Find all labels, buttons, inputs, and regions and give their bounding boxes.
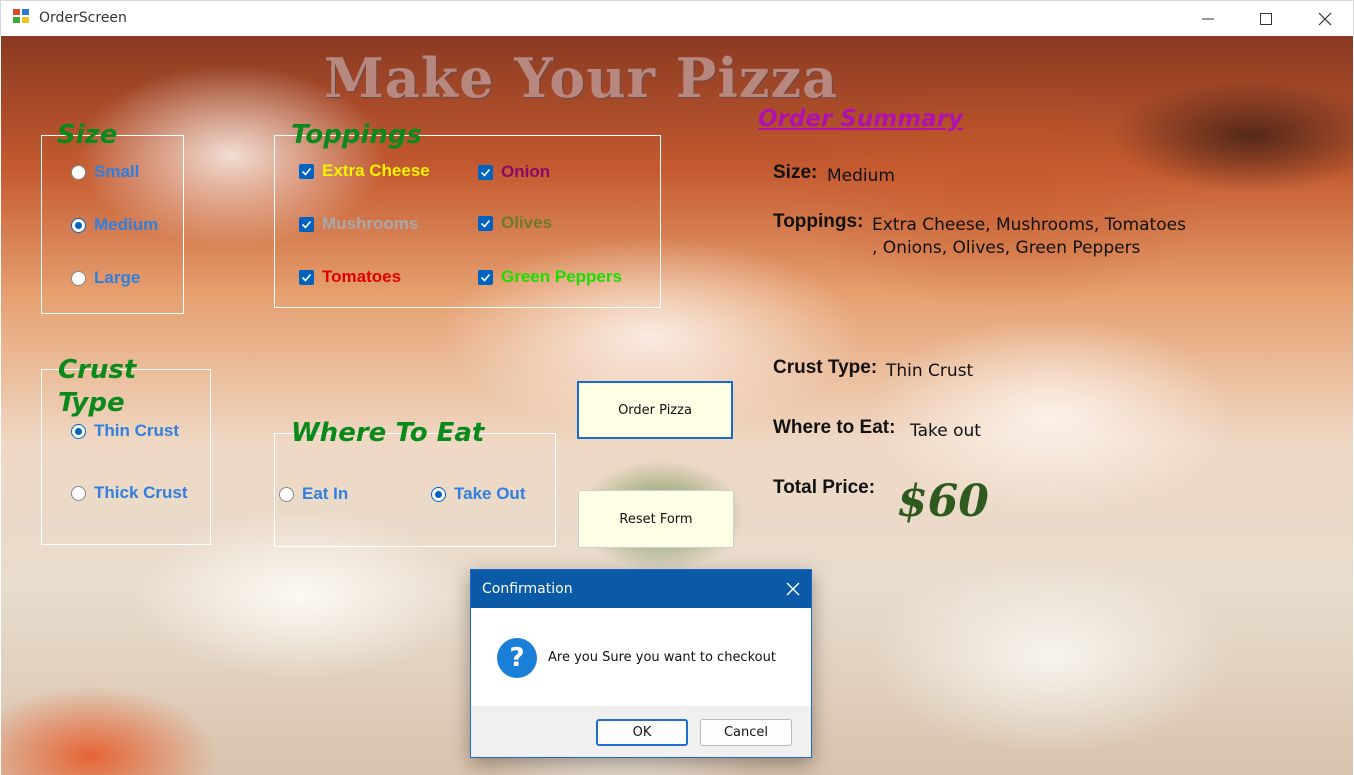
size-option-medium[interactable]: Medium <box>71 215 158 235</box>
checkbox-green-peppers[interactable] <box>478 269 493 285</box>
where-option-label: Eat In <box>302 484 349 503</box>
checkbox-tomatoes[interactable] <box>299 269 314 285</box>
checkmark-icon <box>301 220 312 229</box>
crust-option-thick[interactable]: Thick Crust <box>71 483 188 503</box>
window-title: OrderScreen <box>39 10 127 26</box>
summary-where-label: Where to Eat: <box>773 417 896 438</box>
checkbox-onion[interactable] <box>478 164 493 180</box>
where-option-take-out[interactable]: Take Out <box>431 484 525 504</box>
size-option-small[interactable]: Small <box>71 162 139 182</box>
maximize-button[interactable] <box>1237 1 1295 37</box>
checkmark-icon <box>480 219 491 228</box>
radio-large[interactable] <box>71 270 86 286</box>
crust-legend-line2: Type <box>58 388 125 418</box>
topping-onion[interactable]: Onion <box>478 162 550 182</box>
checkmark-icon <box>480 273 491 282</box>
topping-label: Tomatoes <box>322 267 402 286</box>
radio-thin-crust[interactable] <box>71 423 86 439</box>
window-titlebar: OrderScreen <box>0 0 1354 36</box>
topping-green-peppers[interactable]: Green Peppers <box>478 267 622 287</box>
where-option-eat-in[interactable]: Eat In <box>279 484 348 504</box>
topping-olives[interactable]: Olives <box>478 213 552 233</box>
checkbox-mushrooms[interactable] <box>299 216 314 232</box>
checkmark-icon <box>301 167 312 176</box>
size-option-label: Large <box>94 268 141 287</box>
question-icon: ? <box>497 638 537 678</box>
crust-option-thin[interactable]: Thin Crust <box>71 421 179 441</box>
close-window-button[interactable] <box>1296 1 1354 37</box>
size-option-label: Medium <box>94 215 159 234</box>
dialog-title: Confirmation <box>482 581 573 597</box>
minimize-icon <box>1202 18 1214 20</box>
page-title: Make Your Pizza <box>324 46 839 110</box>
topping-label: Green Peppers <box>501 267 622 286</box>
close-icon <box>1318 12 1332 26</box>
crust-option-label: Thin Crust <box>94 421 179 440</box>
checkmark-icon <box>480 168 491 177</box>
radio-take-out[interactable] <box>431 486 446 502</box>
crust-legend-line1: Crust <box>58 355 137 385</box>
topping-label: Onion <box>501 162 551 181</box>
summary-size-label: Size: <box>773 162 818 183</box>
summary-price-value: $60 <box>897 476 989 527</box>
topping-label: Extra Cheese <box>322 161 430 180</box>
size-option-label: Small <box>94 162 140 181</box>
where-option-label: Take Out <box>454 484 526 503</box>
summary-toppings-line2: , Onions, Olives, Green Peppers <box>872 238 1141 258</box>
topping-label: Mushrooms <box>322 214 419 233</box>
crust-option-label: Thick Crust <box>94 483 188 502</box>
topping-label: Olives <box>501 213 553 232</box>
radio-thick-crust[interactable] <box>71 485 86 501</box>
radio-medium[interactable] <box>71 217 86 233</box>
summary-crust-value: Thin Crust <box>886 361 974 381</box>
summary-crust-label: Crust Type: <box>773 357 878 378</box>
dialog-message: Are you Sure you want to checkout <box>548 650 776 665</box>
dialog-ok-button[interactable]: OK <box>596 719 688 746</box>
size-legend: Size <box>57 120 118 150</box>
dialog-cancel-button[interactable]: Cancel <box>700 719 792 746</box>
summary-price-label: Total Price: <box>773 477 876 498</box>
minimize-button[interactable] <box>1179 1 1237 37</box>
toppings-legend: Toppings <box>291 120 422 150</box>
dialog-titlebar: Confirmation <box>471 570 811 608</box>
order-pizza-button[interactable]: Order Pizza <box>577 381 733 439</box>
confirmation-dialog: Confirmation ? Are you Sure you want to … <box>470 569 812 758</box>
maximize-icon <box>1260 13 1272 25</box>
topping-mushrooms[interactable]: Mushrooms <box>299 214 418 234</box>
summary-toppings-line1: Extra Cheese, Mushrooms, Tomatoes <box>872 215 1186 235</box>
dialog-close-icon[interactable] <box>785 581 801 597</box>
checkbox-olives[interactable] <box>478 215 493 231</box>
topping-tomatoes[interactable]: Tomatoes <box>299 267 401 287</box>
app-icon <box>13 9 31 25</box>
summary-size-value: Medium <box>827 166 895 186</box>
summary-where-value: Take out <box>910 421 981 441</box>
radio-eat-in[interactable] <box>279 486 294 502</box>
order-summary-title: Order Summary <box>758 106 964 132</box>
summary-toppings-label: Toppings: <box>773 211 864 232</box>
dialog-footer: OK Cancel <box>471 706 811 757</box>
size-option-large[interactable]: Large <box>71 268 140 288</box>
checkbox-extra-cheese[interactable] <box>299 163 314 179</box>
where-to-eat-legend: Where To Eat <box>291 418 485 448</box>
reset-form-button[interactable]: Reset Form <box>578 490 734 548</box>
radio-small[interactable] <box>71 164 86 180</box>
checkmark-icon <box>301 273 312 282</box>
topping-extra-cheese[interactable]: Extra Cheese <box>299 161 430 181</box>
